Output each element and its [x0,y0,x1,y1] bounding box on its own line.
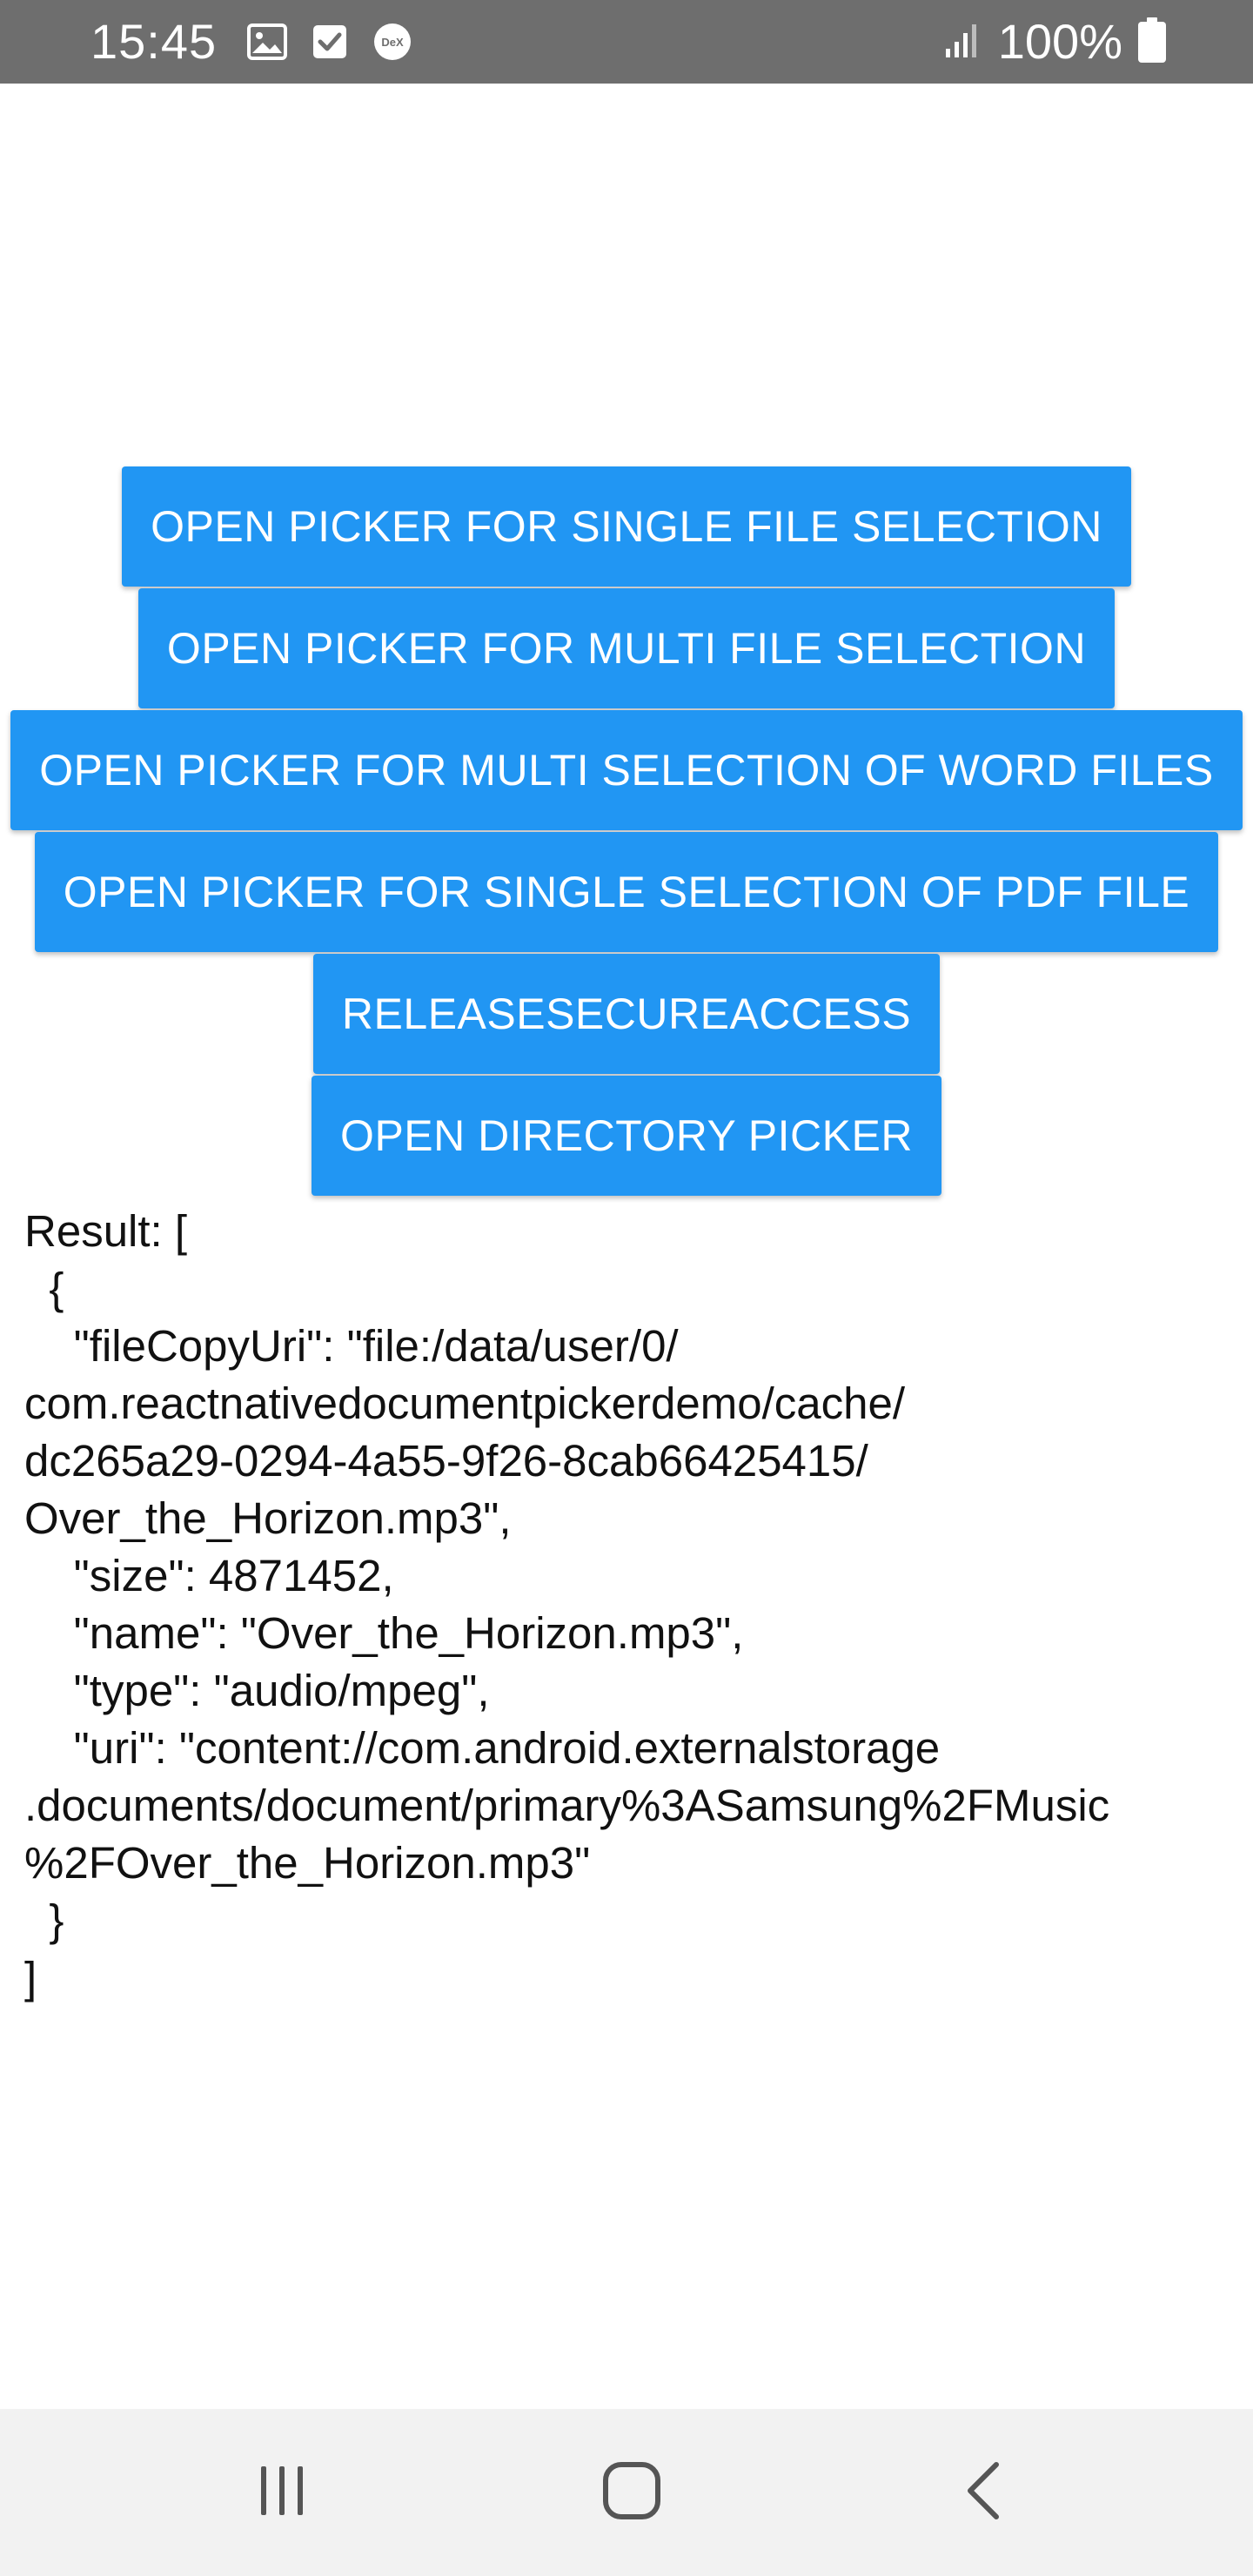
recent-apps-button[interactable] [230,2447,334,2538]
recent-apps-icon [254,2463,310,2523]
navigation-bar [0,2409,1253,2576]
status-bar: 15:45 DeX 100% [0,0,1253,84]
button-label: OPEN PICKER FOR SINGLE FILE SELECTION [151,502,1102,551]
open-directory-picker-button[interactable]: OPEN DIRECTORY PICKER [312,1076,941,1196]
signal-icon [944,21,982,64]
dex-icon: DeX [372,22,412,62]
app-screen: 15:45 DeX 100% OPEN PICKER FOR SINGLE FI… [0,0,1253,2576]
open-single-file-picker-button[interactable]: OPEN PICKER FOR SINGLE FILE SELECTION [122,466,1131,587]
button-label: OPEN PICKER FOR MULTI SELECTION OF WORD … [39,746,1214,795]
open-multi-file-picker-button[interactable]: OPEN PICKER FOR MULTI FILE SELECTION [137,588,1116,708]
checkbox-icon [312,23,348,60]
home-icon [602,2461,661,2525]
back-button[interactable] [931,2447,1035,2538]
home-button[interactable] [580,2447,684,2538]
button-list: OPEN PICKER FOR SINGLE FILE SELECTION OP… [0,466,1253,1197]
button-label: RELEASESECUREACCESS [341,989,912,1038]
result-output: Result: [ { "fileCopyUri": "file:/data/u… [24,1206,1110,2002]
open-multi-word-files-picker-button[interactable]: OPEN PICKER FOR MULTI SELECTION OF WORD … [10,710,1243,830]
status-right-group: 100% [944,12,1166,71]
release-secure-access-button[interactable]: RELEASESECUREACCESS [312,954,941,1074]
dex-label: DeX [381,36,404,49]
battery-icon [1138,17,1166,67]
status-time: 15:45 [90,14,218,69]
button-label: OPEN PICKER FOR SINGLE SELECTION OF PDF … [63,868,1190,916]
status-notification-icons: DeX [247,17,412,66]
battery-percentage: 100% [997,14,1122,69]
open-single-pdf-picker-button[interactable]: OPEN PICKER FOR SINGLE SELECTION OF PDF … [34,832,1219,952]
button-label: OPEN PICKER FOR MULTI FILE SELECTION [166,624,1087,673]
back-icon [962,2461,1005,2525]
button-label: OPEN DIRECTORY PICKER [340,1111,913,1160]
image-icon [247,23,287,60]
